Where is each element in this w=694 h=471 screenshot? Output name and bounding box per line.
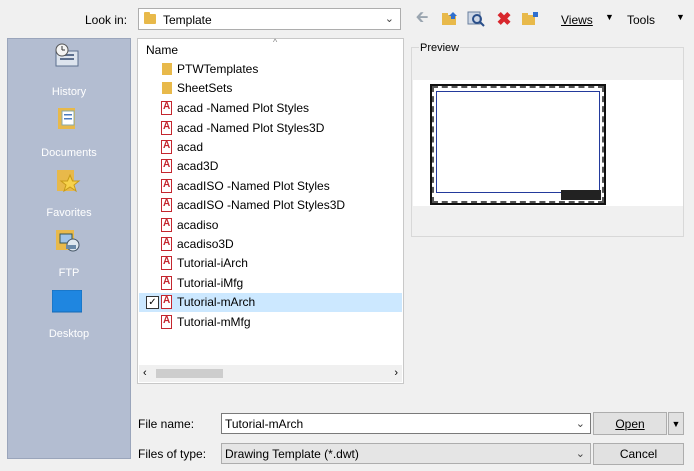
list-item[interactable]: Tutorial-mMfg: [139, 313, 402, 332]
look-in-combo[interactable]: Template ⌄: [138, 8, 401, 30]
list-item[interactable]: SheetSets: [139, 79, 402, 98]
search-web-icon[interactable]: [466, 9, 486, 29]
list-item[interactable]: acadiso3D: [139, 235, 402, 254]
preview-area: [413, 80, 683, 206]
files-of-type-select[interactable]: Drawing Template (*.dwt) ⌄: [221, 443, 591, 464]
views-menu[interactable]: Views: [561, 13, 593, 27]
chevron-down-icon[interactable]: ⌄: [385, 12, 394, 25]
place-label: Favorites: [46, 207, 92, 219]
dwt-file-icon: [161, 315, 172, 329]
look-in-label: Look in:: [85, 13, 128, 27]
place-label: Desktop: [48, 328, 90, 340]
list-item[interactable]: acadISO -Named Plot Styles3D: [139, 196, 402, 215]
tools-dropdown-icon[interactable]: ▼: [676, 12, 685, 22]
up-folder-icon[interactable]: [440, 9, 460, 29]
dwt-file-icon: [161, 295, 172, 309]
folder-icon: [144, 12, 156, 24]
checkmark-icon[interactable]: ✓: [146, 296, 159, 309]
list-item[interactable]: PTWTemplates: [139, 60, 402, 79]
delete-icon[interactable]: ✖: [494, 9, 514, 29]
list-item[interactable]: acadiso: [139, 216, 402, 235]
folder-icon: [162, 82, 172, 94]
preview-drawing-frame: [436, 91, 600, 193]
list-item[interactable]: Tutorial-iArch: [139, 254, 402, 273]
file-list[interactable]: Name ^ PTWTemplates SheetSets acad -Name…: [137, 37, 404, 384]
dwt-file-icon: [161, 276, 172, 290]
list-item-selected[interactable]: ✓ Tutorial-mArch: [139, 293, 402, 312]
scroll-right-icon[interactable]: ›: [394, 367, 398, 379]
list-item[interactable]: acadISO -Named Plot Styles: [139, 177, 402, 196]
open-button[interactable]: Open: [593, 412, 667, 435]
place-label: Documents: [41, 147, 97, 159]
file-name-input[interactable]: Tutorial-mArch ⌄: [221, 413, 591, 434]
column-header-name[interactable]: Name: [146, 43, 178, 57]
favorites-icon: [57, 170, 81, 193]
file-name-label: File name:: [138, 417, 195, 431]
places-sidebar: History Documents Favorites FTP Desktop: [7, 38, 131, 459]
dwt-file-icon: [161, 159, 172, 173]
file-name-value: Tutorial-mArch: [225, 417, 304, 431]
dwt-file-icon: [161, 237, 172, 251]
create-folder-icon[interactable]: [520, 9, 540, 29]
scrollbar-thumb[interactable]: [156, 369, 223, 378]
files-of-type-value: Drawing Template (*.dwt): [225, 447, 359, 461]
cancel-button[interactable]: Cancel: [593, 443, 684, 465]
open-options-dropdown[interactable]: ▼: [668, 412, 684, 435]
place-label: FTP: [58, 267, 80, 279]
back-arrow-icon[interactable]: 🡰: [412, 9, 432, 29]
dwt-file-icon: [161, 256, 172, 270]
dwt-file-icon: [161, 101, 172, 115]
look-in-value: Template: [163, 13, 212, 27]
place-label: History: [51, 86, 87, 98]
files-of-type-label: Files of type:: [138, 447, 207, 461]
preview-label: Preview: [419, 42, 461, 54]
list-item[interactable]: acad -Named Plot Styles3D: [139, 119, 402, 138]
folder-icon: [162, 63, 172, 75]
preview-drawing-sheet: [430, 84, 606, 205]
scroll-left-icon[interactable]: ‹: [143, 367, 147, 379]
list-item[interactable]: acad -Named Plot Styles: [139, 99, 402, 118]
views-dropdown-icon[interactable]: ▼: [605, 12, 614, 22]
sort-up-icon: ^: [273, 37, 278, 47]
documents-icon: [58, 108, 75, 129]
chevron-down-icon[interactable]: ⌄: [576, 447, 585, 460]
horizontal-scrollbar[interactable]: ‹ ›: [139, 365, 402, 382]
ftp-icon: [56, 230, 80, 252]
dwt-file-icon: [161, 121, 172, 135]
dwt-file-icon: [161, 140, 172, 154]
list-item[interactable]: Tutorial-iMfg: [139, 274, 402, 293]
preview-group: Preview: [411, 42, 684, 237]
desktop-icon: [52, 290, 82, 313]
dwt-file-icon: [161, 179, 172, 193]
dwt-file-icon: [161, 218, 172, 232]
tools-menu[interactable]: Tools: [627, 13, 655, 27]
list-item[interactable]: acad3D: [139, 157, 402, 176]
dwt-file-icon: [161, 198, 172, 212]
list-item[interactable]: acad: [139, 138, 402, 157]
preview-title-block: [561, 190, 601, 200]
chevron-down-icon[interactable]: ⌄: [576, 417, 585, 430]
history-icon: [55, 43, 79, 67]
